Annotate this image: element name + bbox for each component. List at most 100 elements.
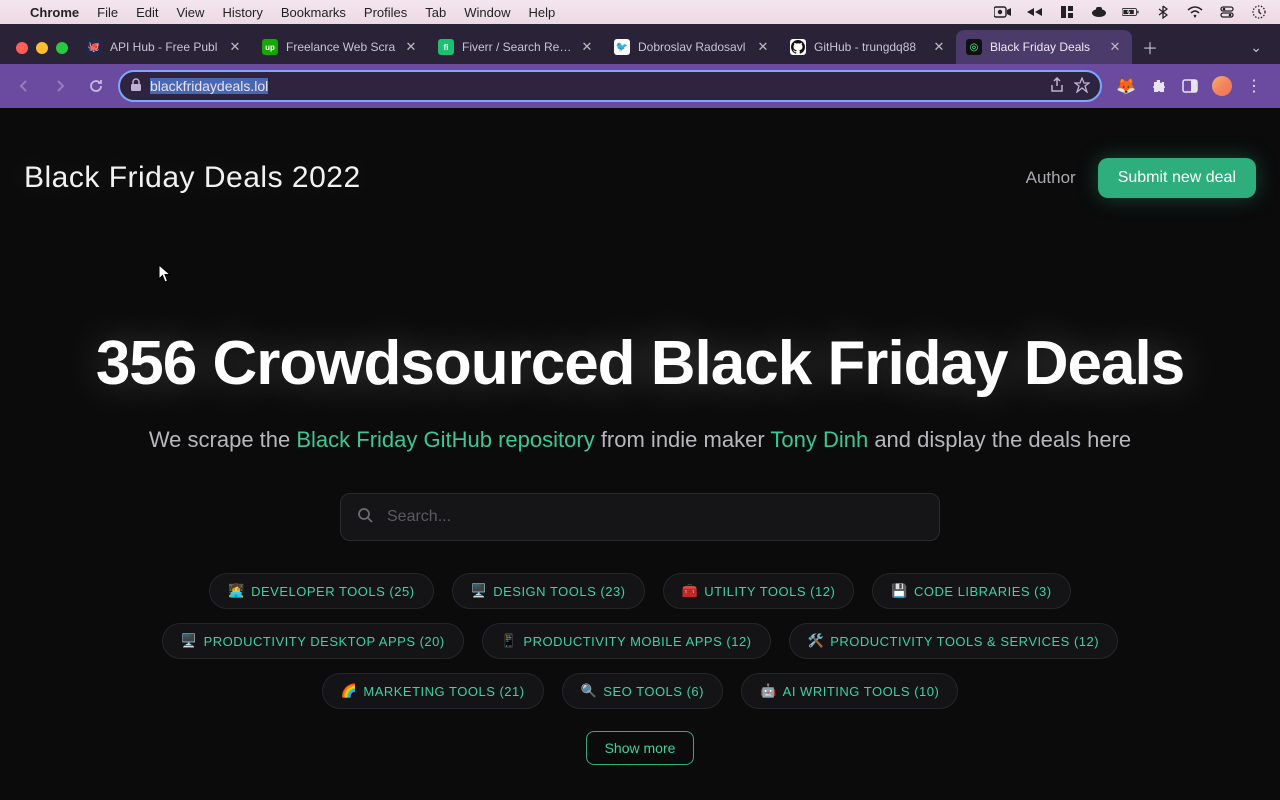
tab-title: GitHub - trungdq88 [814, 40, 924, 54]
back-button[interactable] [10, 72, 38, 100]
chip-productivity-mobile[interactable]: 📱PRODUCTIVITY MOBILE APPS (12) [482, 623, 771, 659]
bluetooth-icon[interactable] [1154, 3, 1172, 21]
search-input[interactable] [387, 508, 923, 526]
browser-tab[interactable]: GitHub - trungdq88 ✕ [780, 30, 956, 64]
extension-icon[interactable]: 🦊 [1116, 76, 1136, 96]
favicon-icon: fi [438, 39, 454, 55]
status-icon-2[interactable] [1058, 3, 1076, 21]
window-fullscreen-button[interactable] [56, 42, 68, 54]
side-panel-icon[interactable] [1180, 76, 1200, 96]
menubar-app-name[interactable]: Chrome [30, 5, 79, 20]
window-controls [8, 42, 76, 64]
chip-marketing-tools[interactable]: 🌈MARKETING TOOLS (21) [322, 673, 544, 709]
emoji-icon: 🧰 [682, 583, 699, 599]
emoji-icon: 🖥️ [181, 633, 198, 649]
window-minimize-button[interactable] [36, 42, 48, 54]
url-text: blackfridaydeals.lol [150, 78, 1042, 94]
tab-close-icon[interactable]: ✕ [1108, 40, 1122, 54]
submit-deal-button[interactable]: Submit new deal [1098, 158, 1256, 198]
chrome-menu-icon[interactable]: ⋮ [1244, 76, 1264, 96]
share-icon[interactable] [1050, 77, 1064, 96]
tab-close-icon[interactable]: ✕ [580, 40, 594, 54]
search-icon [357, 507, 373, 528]
tab-close-icon[interactable]: ✕ [404, 40, 418, 54]
tab-title: Fiverr / Search Resu [462, 40, 572, 54]
favicon-icon: 🐙 [86, 39, 102, 55]
chip-productivity-desktop[interactable]: 🖥️PRODUCTIVITY DESKTOP APPS (20) [162, 623, 464, 659]
chip-code-libraries[interactable]: 💾CODE LIBRARIES (3) [872, 573, 1070, 609]
lock-icon [130, 78, 142, 95]
tab-strip: 🐙 API Hub - Free Publ ✕ up Freelance Web… [0, 24, 1280, 64]
wifi-icon[interactable] [1186, 3, 1204, 21]
control-center-icon[interactable] [1218, 3, 1236, 21]
menu-help[interactable]: Help [529, 5, 556, 20]
tab-title: Dobroslav Radosavl [638, 40, 748, 54]
chip-design-tools[interactable]: 🖥️DESIGN TOOLS (23) [452, 573, 645, 609]
screen-record-icon[interactable] [994, 3, 1012, 21]
site-title: Black Friday Deals 2022 [24, 161, 361, 195]
chip-seo-tools[interactable]: 🔍SEO TOOLS (6) [562, 673, 723, 709]
menu-tab[interactable]: Tab [425, 5, 446, 20]
reload-button[interactable] [82, 72, 110, 100]
site-header: Black Friday Deals 2022 Author Submit ne… [0, 136, 1280, 208]
extensions-menu-icon[interactable] [1148, 76, 1168, 96]
category-chips: 👩‍💻DEVELOPER TOOLS (25) 🖥️DESIGN TOOLS (… [40, 541, 1240, 709]
macos-menubar: Chrome File Edit View History Bookmarks … [0, 0, 1280, 24]
emoji-icon: 👩‍💻 [228, 583, 245, 599]
battery-icon[interactable] [1122, 3, 1140, 21]
section-heading: 👩‍💻 Developer Tools (25) [0, 785, 1280, 800]
page-content: Black Friday Deals 2022 Author Submit ne… [0, 136, 1280, 800]
favicon-icon: 🐦 [614, 39, 630, 55]
window-close-button[interactable] [16, 42, 28, 54]
chip-productivity-tools[interactable]: 🛠️PRODUCTIVITY TOOLS & SERVICES (12) [789, 623, 1119, 659]
show-more-button[interactable]: Show more [586, 731, 695, 765]
menu-bookmarks[interactable]: Bookmarks [281, 5, 346, 20]
hero: 356 Crowdsourced Black Friday Deals We s… [0, 208, 1280, 785]
tab-close-icon[interactable]: ✕ [932, 40, 946, 54]
emoji-icon: 🖥️ [471, 583, 488, 599]
tab-overflow-button[interactable]: ⌄ [1240, 39, 1272, 64]
menu-history[interactable]: History [222, 5, 262, 20]
tab-title: Freelance Web Scra [286, 40, 396, 54]
emoji-icon: 🌈 [341, 683, 358, 699]
browser-tab[interactable]: 🐦 Dobroslav Radosavl ✕ [604, 30, 780, 64]
menu-view[interactable]: View [176, 5, 204, 20]
tab-close-icon[interactable]: ✕ [228, 40, 242, 54]
emoji-icon: 🔍 [581, 683, 598, 699]
search-box[interactable] [340, 493, 940, 541]
menu-edit[interactable]: Edit [136, 5, 158, 20]
clock-icon[interactable] [1250, 3, 1268, 21]
hero-heading: 356 Crowdsourced Black Friday Deals [40, 328, 1240, 399]
menu-window[interactable]: Window [464, 5, 510, 20]
chrome-window-frame: 🐙 API Hub - Free Publ ✕ up Freelance Web… [0, 24, 1280, 108]
author-name-link[interactable]: Tony Dinh [770, 427, 868, 452]
emoji-icon: 🤖 [760, 683, 777, 699]
favicon-icon: up [262, 39, 278, 55]
new-tab-button[interactable]: ＋ [1136, 33, 1164, 61]
browser-tab[interactable]: up Freelance Web Scra ✕ [252, 30, 428, 64]
status-icon-1[interactable] [1026, 3, 1044, 21]
forward-button[interactable] [46, 72, 74, 100]
favicon-icon [790, 39, 806, 55]
emoji-icon: 💾 [891, 583, 908, 599]
tab-close-icon[interactable]: ✕ [756, 40, 770, 54]
tab-title: API Hub - Free Publ [110, 40, 220, 54]
browser-tab-active[interactable]: ◎ Black Friday Deals ✕ [956, 30, 1132, 64]
menu-profiles[interactable]: Profiles [364, 5, 407, 20]
hero-subtitle: We scrape the Black Friday GitHub reposi… [40, 427, 1240, 453]
browser-tab[interactable]: fi Fiverr / Search Resu ✕ [428, 30, 604, 64]
emoji-icon: 🛠️ [808, 633, 825, 649]
github-repo-link[interactable]: Black Friday GitHub repository [296, 427, 594, 452]
browser-toolbar: blackfridaydeals.lol 🦊 ⋮ [0, 64, 1280, 108]
profile-avatar-icon[interactable] [1212, 76, 1232, 96]
menu-file[interactable]: File [97, 5, 118, 20]
chip-utility-tools[interactable]: 🧰UTILITY TOOLS (12) [663, 573, 855, 609]
tab-title: Black Friday Deals [990, 40, 1100, 54]
chip-developer-tools[interactable]: 👩‍💻DEVELOPER TOOLS (25) [209, 573, 433, 609]
chip-ai-writing-tools[interactable]: 🤖AI WRITING TOOLS (10) [741, 673, 958, 709]
browser-tab[interactable]: 🐙 API Hub - Free Publ ✕ [76, 30, 252, 64]
address-bar[interactable]: blackfridaydeals.lol [118, 70, 1102, 102]
bookmark-star-icon[interactable] [1074, 77, 1090, 96]
author-link[interactable]: Author [1026, 168, 1076, 188]
status-icon-3[interactable] [1090, 3, 1108, 21]
